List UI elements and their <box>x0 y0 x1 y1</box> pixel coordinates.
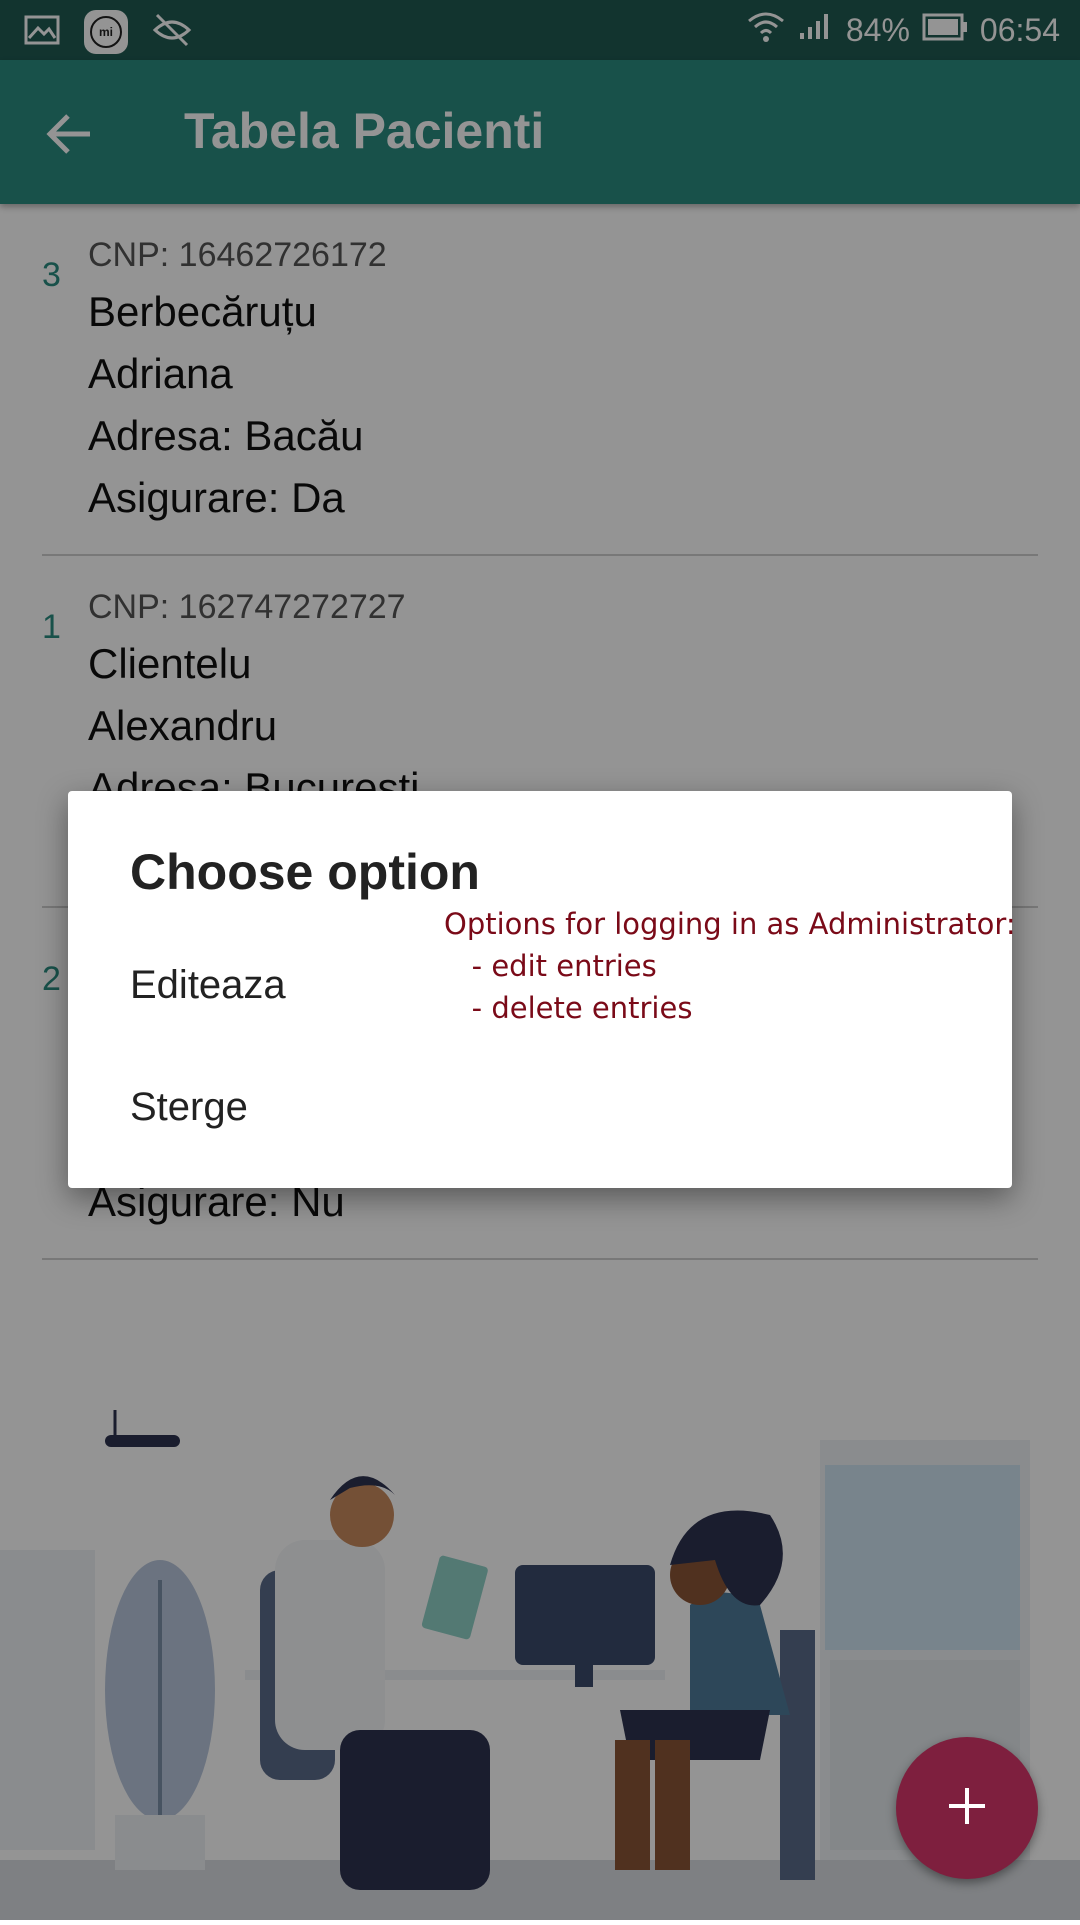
admin-annotation: Options for logging in as Administrator:… <box>444 907 1016 1025</box>
plus-icon <box>944 1783 990 1834</box>
add-patient-button[interactable] <box>896 1737 1038 1879</box>
delete-option[interactable]: Sterge <box>130 1085 248 1130</box>
dialog-title: Choose option <box>130 844 480 900</box>
choose-option-dialog: Choose option Editeaza Sterge Options fo… <box>68 791 1016 1188</box>
edit-option[interactable]: Editeaza <box>130 963 286 1008</box>
